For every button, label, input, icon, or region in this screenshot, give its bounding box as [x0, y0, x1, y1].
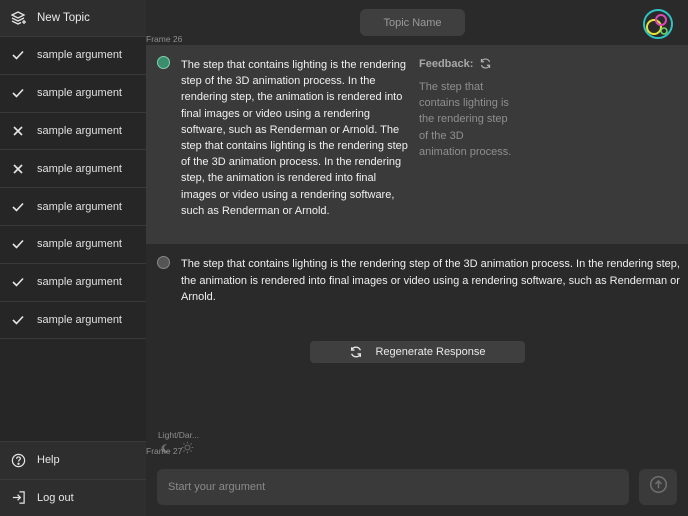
argument-item[interactable]: sample argument: [0, 264, 146, 302]
layers-plus-icon: [11, 10, 27, 26]
check-icon: [11, 239, 25, 250]
argument-item[interactable]: sample argument: [0, 113, 146, 151]
sidebar: New Topic sample argument sample argumen…: [0, 0, 146, 516]
check-icon: [11, 315, 25, 325]
argument-item[interactable]: sample argument: [0, 150, 146, 189]
logout-button[interactable]: Log out: [0, 478, 146, 516]
refresh-icon: [349, 345, 363, 359]
regenerate-label: Regenerate Response: [375, 346, 486, 358]
check-icon: [11, 50, 25, 61]
feedback-title: Feedback:: [419, 57, 474, 70]
send-button[interactable]: [639, 469, 677, 505]
argument-item[interactable]: sample argument: [0, 75, 146, 113]
frame-label-bottom: Frame 27: [146, 446, 183, 456]
bot-message-text: The step that contains lighting is the r…: [181, 258, 680, 303]
argument-label: sample argument: [37, 87, 122, 100]
check-icon: [11, 202, 25, 212]
cross-icon: [11, 126, 25, 136]
argument-item[interactable]: sample argument: [0, 188, 146, 226]
sun-icon[interactable]: [181, 441, 194, 459]
new-topic-label: New Topic: [37, 12, 90, 24]
logout-icon: [10, 490, 26, 506]
feedback-header: Feedback:: [419, 57, 492, 70]
help-button[interactable]: Help: [0, 441, 146, 479]
argument-list: sample argument sample argument sample a…: [0, 37, 146, 340]
argument-item[interactable]: sample argument: [0, 226, 146, 264]
argument-label: sample argument: [37, 276, 122, 289]
regenerate-response-button[interactable]: Regenerate Response: [310, 341, 525, 363]
user-avatar: [157, 56, 170, 69]
help-label: Help: [37, 454, 60, 467]
argument-item[interactable]: sample argument: [0, 302, 146, 340]
logout-label: Log out: [37, 491, 74, 504]
arrow-up-circle-icon: [649, 475, 668, 499]
bot-avatar: [157, 256, 170, 269]
argument-input-container: [157, 469, 629, 505]
refresh-icon[interactable]: [479, 57, 492, 70]
argument-item[interactable]: sample argument: [0, 37, 146, 75]
feedback-text: The step that contains lighting is the r…: [419, 81, 512, 158]
sidebar-bottom-nav: Help Log out: [0, 441, 146, 516]
bot-message: The step that contains lighting is the r…: [146, 244, 688, 314]
topic-name-button[interactable]: Topic Name: [360, 9, 465, 36]
argument-label: sample argument: [37, 124, 122, 137]
argument-label: sample argument: [37, 162, 122, 175]
argument-input[interactable]: [168, 481, 629, 493]
cross-icon: [11, 164, 25, 174]
argument-label: sample argument: [37, 200, 122, 213]
app-logo-icon: [641, 7, 675, 41]
argument-label: sample argument: [37, 49, 122, 62]
frame-label-top: Frame 26: [146, 34, 183, 44]
user-message-text: The step that contains lighting is the r…: [181, 59, 408, 217]
check-icon: [11, 88, 25, 98]
argument-label: sample argument: [37, 238, 122, 251]
check-icon: [11, 277, 25, 287]
help-circle-icon: [10, 452, 26, 468]
new-topic-button[interactable]: New Topic: [0, 0, 146, 37]
user-message: The step that contains lighting is the r…: [146, 45, 688, 244]
argument-label: sample argument: [37, 313, 122, 326]
theme-toggle-label: Light/Dar...: [158, 430, 200, 440]
